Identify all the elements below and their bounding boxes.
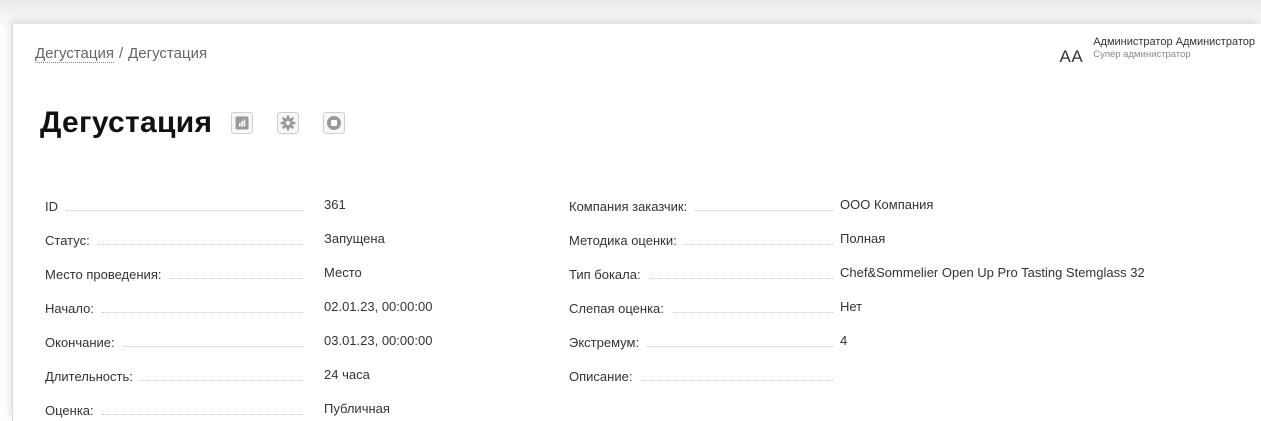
- right-field-row: Слепая оценка:: [569, 298, 841, 316]
- left-field-row: Начало:: [45, 298, 312, 316]
- left-field-label: Длительность:: [45, 369, 133, 384]
- breadcrumb: Дегустация / Дегустация: [35, 45, 208, 63]
- page-title: Дегустация: [40, 106, 213, 139]
- right-field-row: Методика оценки:: [569, 230, 841, 248]
- left-field-value: 24 часа: [324, 367, 370, 382]
- dotted-leader: [140, 379, 304, 381]
- right-field-value: 4: [840, 333, 848, 348]
- left-field-label: Начало:: [45, 301, 94, 316]
- stop-icon: [326, 115, 342, 131]
- right-field-label: Компания заказчик:: [569, 199, 688, 214]
- dotted-leader: [695, 209, 833, 211]
- dotted-leader: [640, 379, 833, 381]
- left-field-label: Статус:: [45, 233, 90, 248]
- report-icon: [235, 116, 249, 130]
- dotted-leader: [122, 345, 304, 347]
- settings-button[interactable]: [277, 112, 300, 134]
- right-field-label: Методика оценки:: [569, 233, 677, 248]
- breadcrumb-link-tasting[interactable]: Дегустация: [35, 45, 114, 63]
- left-field-value: Место: [324, 265, 362, 280]
- right-field-label: Тип бокала:: [569, 267, 641, 282]
- right-field-label: Экстремум:: [569, 335, 640, 350]
- left-field-value: 02.01.23, 00:00:00: [324, 299, 433, 314]
- dotted-leader: [684, 243, 833, 245]
- dotted-leader: [671, 311, 833, 313]
- right-field-row: Экстремум:: [569, 332, 841, 350]
- right-field-label: Описание:: [569, 369, 633, 384]
- right-field-value: ООО Компания: [840, 197, 934, 212]
- right-field-value: Нет: [840, 299, 863, 314]
- left-field-row: Длительность:: [45, 366, 312, 384]
- dotted-leader: [647, 345, 833, 347]
- settings-gear-icon: [280, 115, 296, 131]
- dotted-leader: [66, 209, 304, 211]
- left-field-row: Место проведения:: [45, 264, 312, 282]
- right-field-row: Тип бокала:: [569, 264, 841, 282]
- breadcrumb-current: Дегустация: [128, 45, 208, 62]
- left-field-label: Окончание:: [45, 335, 115, 350]
- content-panel: [12, 24, 1261, 421]
- left-field-label: ID: [45, 199, 58, 214]
- left-field-row: Оценка:: [45, 400, 312, 418]
- right-field-value: Полная: [840, 231, 886, 246]
- dotted-leader: [97, 243, 304, 245]
- dotted-leader: [101, 413, 304, 415]
- stop-button[interactable]: [323, 112, 346, 134]
- left-field-label: Оценка:: [45, 403, 94, 418]
- dotted-leader: [169, 277, 304, 279]
- user-role: Супер администратор: [1093, 49, 1191, 60]
- report-button[interactable]: [231, 112, 254, 134]
- dotted-leader: [648, 277, 833, 279]
- user-info: Администратор Администратор Супер админи…: [1093, 36, 1255, 60]
- left-field-value: 361: [324, 197, 346, 212]
- right-field-value: Chef&Sommelier Open Up Pro Tasting Stemg…: [840, 265, 1145, 280]
- right-field-row: Компания заказчик:: [569, 196, 841, 214]
- left-field-row: Статус:: [45, 230, 312, 248]
- dotted-leader: [101, 311, 304, 313]
- breadcrumb-separator: /: [118, 45, 124, 62]
- user-name: Администратор Администратор: [1093, 36, 1255, 48]
- right-field-label: Слепая оценка:: [569, 301, 664, 316]
- left-field-row: Окончание:: [45, 332, 312, 350]
- user-menu[interactable]: AA Администратор Администратор Супер адм…: [1060, 36, 1255, 67]
- avatar[interactable]: AA: [1060, 47, 1084, 67]
- right-field-row: Описание:: [569, 366, 841, 384]
- left-field-value: 03.01.23, 00:00:00: [324, 333, 433, 348]
- left-field-value: Запущена: [324, 231, 385, 246]
- title-row: Дегустация: [40, 106, 369, 140]
- left-field-label: Место проведения:: [45, 267, 162, 282]
- left-field-row: ID: [45, 196, 312, 214]
- left-field-value: Публичная: [324, 401, 390, 416]
